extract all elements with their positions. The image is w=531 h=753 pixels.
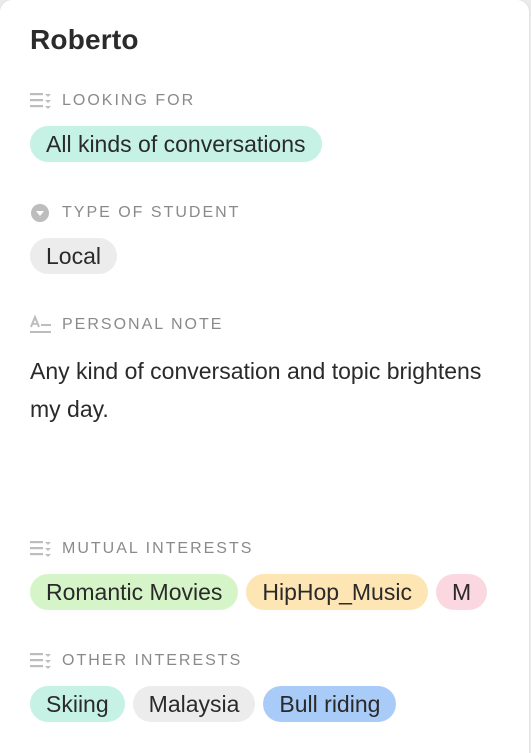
looking-for-section: LOOKING FOR All kinds of conversations: [30, 90, 529, 162]
multi-select-icon: [30, 91, 52, 111]
personal-note-text: Any kind of conversation and topic brigh…: [30, 358, 482, 422]
looking-for-label: LOOKING FOR: [62, 92, 196, 109]
tag-student-type: Local: [30, 238, 117, 274]
other-interests-section: OTHER INTERESTS Skiing Malaysia Bull rid…: [30, 650, 529, 722]
student-type-label: TYPE OF STUDENT: [62, 204, 241, 221]
single-select-icon: [30, 203, 52, 223]
mutual-interests-label: MUTUAL INTERESTS: [62, 540, 254, 557]
tag-other-interest: Bull riding: [263, 686, 397, 722]
other-interests-label: OTHER INTERESTS: [62, 652, 243, 669]
mutual-interests-section: MUTUAL INTERESTS Romantic Movies HipHop_…: [30, 538, 529, 610]
tag-looking-for: All kinds of conversations: [30, 126, 322, 162]
student-type-section: TYPE OF STUDENT Local: [30, 202, 529, 274]
tag-mutual-interest: M: [435, 574, 488, 610]
multi-select-icon: [30, 651, 52, 671]
profile-name: Roberto: [30, 24, 139, 55]
personal-note-label: PERSONAL NOTE: [62, 316, 224, 333]
tag-mutual-interest: HipHop_Music: [246, 574, 428, 610]
multi-select-icon: [30, 539, 52, 559]
tag-mutual-interest: Romantic Movies: [30, 574, 239, 610]
profile-card: Roberto LOOKING FOR All kinds of convers…: [0, 0, 529, 753]
tag-other-interest: Skiing: [30, 686, 125, 722]
text-field-icon: [30, 315, 52, 335]
personal-note-section: PERSONAL NOTE Any kind of conversation a…: [30, 314, 529, 428]
tag-other-interest: Malaysia: [132, 686, 256, 722]
